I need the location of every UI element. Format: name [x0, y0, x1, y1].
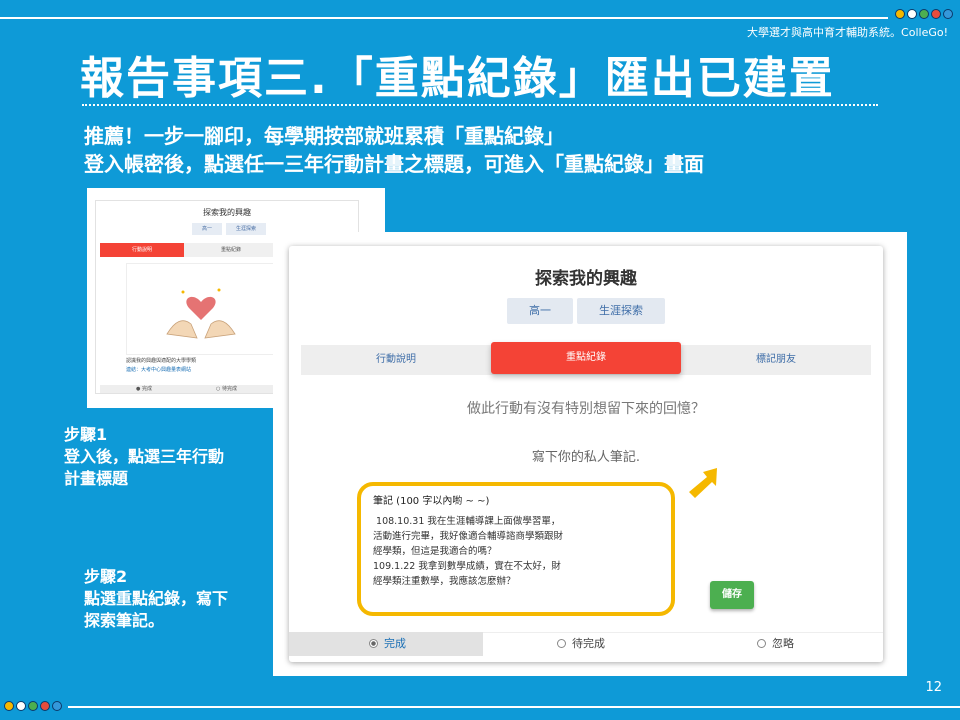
radio-circle-icon	[757, 639, 766, 648]
brand-text: 大學選才與高中育才輔助系統。ColleGo!	[747, 26, 948, 39]
save-button[interactable]: 儲存	[710, 581, 754, 609]
radio-ignore[interactable]: 忽略	[757, 632, 794, 656]
small-tab-record: 重點紀錄	[220, 247, 241, 253]
radio-pending[interactable]: 待完成	[557, 632, 605, 656]
step1-line2: 登入後，點選三年行動	[64, 447, 225, 466]
heart-hands-icon	[166, 288, 236, 339]
arrow-pointer-icon	[689, 468, 717, 498]
small-status-done: ● 完成	[136, 386, 152, 392]
bottom-divider	[68, 706, 960, 708]
record-title: 探索我的興趣	[535, 269, 637, 289]
note-textarea[interactable]: 筆記 (100 字以內喲 ~ ~) 108.10.31 我在生涯輔導課上面做學習…	[357, 482, 675, 616]
title-divider	[82, 104, 878, 106]
radio-ignore-label: 忽略	[772, 637, 794, 650]
radio-done[interactable]: 完成	[369, 632, 406, 656]
step1-text: 步驟1 登入後，點選三年行動 計畫標題	[64, 424, 224, 490]
tab-action-explain[interactable]: 行動說明	[301, 345, 491, 375]
small-link: 連結：大考中心興趣量表網站	[126, 367, 192, 373]
small-status-pending: ○ 待完成	[216, 386, 237, 392]
note-content[interactable]: 108.10.31 我在生涯輔導課上面做學習單， 活動進行完畢，我好像適合輔導諮…	[373, 514, 563, 589]
tab-tag-friends[interactable]: 標記朋友	[681, 345, 871, 375]
main-screenshot: 探索我的興趣 高一 生涯探索 行動說明 重點紀錄 標記朋友 做此行動有沒有特別想…	[273, 232, 907, 676]
radio-circle-icon	[557, 639, 566, 648]
chip-grade[interactable]: 高一	[507, 298, 573, 324]
step2-line3: 探索筆記。	[84, 611, 165, 630]
top-divider	[0, 17, 888, 19]
small-title: 探索我的興趣	[203, 208, 251, 217]
small-description: 認識我的興趣與適配的大學學類	[126, 358, 197, 364]
note-label: 筆記 (100 字以內喲 ~ ~)	[373, 496, 490, 507]
record-subtitle: 寫下你的私人筆記.	[531, 450, 641, 465]
page-title: 報告事項三.「重點紀錄」匯出已建置	[80, 53, 835, 104]
radio-done-label: 完成	[384, 637, 406, 650]
small-chip-grade: 高一	[192, 223, 222, 235]
radio-circle-icon	[369, 639, 378, 648]
colorful-circle-logo-icon	[895, 9, 953, 19]
intro-line-1: 推薦！一步一腳印，每學期按部就班累積「重點紀錄」	[84, 124, 564, 148]
step1-heading: 步驟1	[64, 425, 108, 444]
record-question: 做此行動有沒有特別想留下來的回憶？	[467, 401, 705, 417]
radio-pending-label: 待完成	[572, 637, 605, 650]
step2-line2: 點選重點紀錄，寫下	[84, 589, 229, 608]
colorful-circle-logo-icon	[4, 701, 62, 711]
small-chip-category: 生涯探索	[226, 223, 266, 235]
step2-text: 步驟2 點選重點紀錄，寫下 探索筆記。	[84, 566, 228, 632]
page-number: 12	[925, 680, 942, 695]
record-card: 探索我的興趣 高一 生涯探索 行動說明 重點紀錄 標記朋友 做此行動有沒有特別想…	[289, 246, 883, 662]
tab-key-record[interactable]: 重點紀錄	[491, 342, 681, 374]
step2-heading: 步驟2	[84, 567, 128, 586]
chip-category[interactable]: 生涯探索	[577, 298, 665, 324]
small-illustration-card	[126, 263, 276, 355]
intro-text: 推薦！一步一腳印，每學期按部就班累積「重點紀錄」 登入帳密後，點選任一三年行動計…	[84, 122, 704, 178]
intro-line-2: 登入帳密後，點選任一三年行動計畫之標題，可進入「重點紀錄」畫面	[84, 152, 704, 176]
step1-line3: 計畫標題	[64, 469, 129, 488]
small-tab-active: 行動說明	[100, 243, 184, 257]
